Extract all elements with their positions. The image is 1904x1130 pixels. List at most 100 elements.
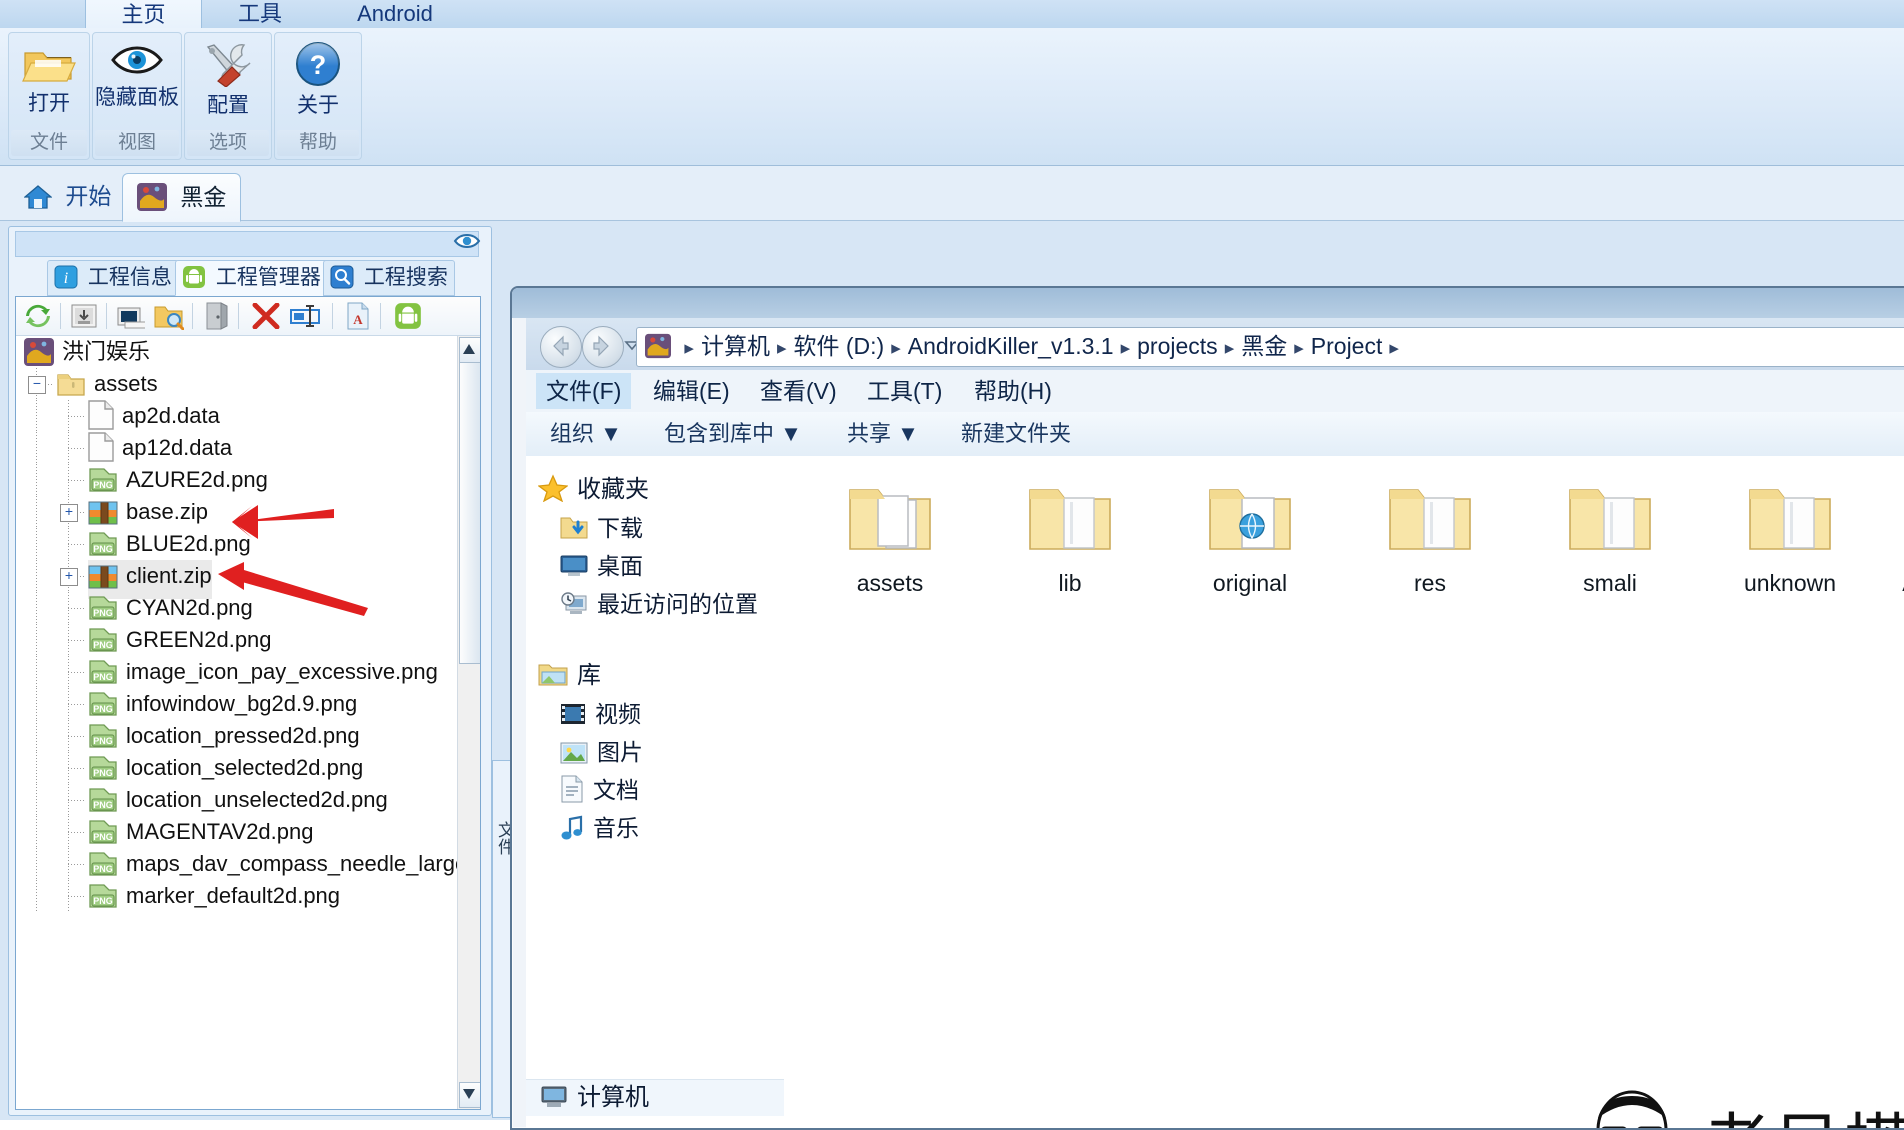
tree-item[interactable]: 洪门娱乐	[16, 336, 458, 368]
tree-item[interactable]: PNGlocation_selected2d.png	[16, 752, 458, 784]
tree-expand-icon[interactable]: +	[60, 504, 78, 522]
nav-item-7[interactable]: 文档	[560, 772, 639, 808]
file-item[interactable]: res	[1356, 478, 1504, 597]
breadcrumb-segment[interactable]: AndroidKiller_v1.3.1	[904, 333, 1118, 359]
tree-collapse-icon[interactable]: −	[28, 376, 46, 394]
forward-arrow-icon[interactable]	[582, 326, 624, 368]
tree-item[interactable]: PNGAZURE2d.png	[16, 464, 458, 496]
ribbon-tab-android[interactable]: Android	[320, 0, 470, 28]
nav-item-3[interactable]: 最近访问的位置	[560, 586, 758, 622]
breadcrumb-separator-icon: ▸	[1222, 338, 1238, 359]
door-icon[interactable]	[204, 302, 230, 335]
watermark: 老吴搭建教程 http://blog.laowu.com	[1572, 1088, 1904, 1130]
scroll-down-arrow-icon[interactable]	[459, 1082, 481, 1108]
nav-item-6[interactable]: 图片	[560, 734, 643, 770]
file-item[interactable]: unknown	[1716, 478, 1864, 597]
doc-tab-heijin[interactable]: 黑金	[122, 173, 241, 222]
delete-x-icon[interactable]	[252, 303, 280, 334]
rename-icon[interactable]	[290, 303, 320, 334]
explorer-file-list[interactable]: assets lib original res smali unknown <Android…	[784, 456, 1904, 1128]
scroll-up-arrow-icon[interactable]	[459, 337, 481, 363]
menu-help[interactable]: 帮助(H)	[964, 373, 1062, 409]
command-include-in-library[interactable]: 包含到库中 ▼	[654, 417, 812, 451]
project-tab-manager[interactable]: 工程管理器	[175, 260, 328, 296]
explorer-navigation-pane[interactable]: 收藏夹下载桌面最近访问的位置库视频图片文档音乐计算机	[526, 456, 785, 1128]
breadcrumb-segment[interactable]: 计算机	[697, 333, 774, 359]
breadcrumb[interactable]: ▸计算机▸软件 (D:)▸AndroidKiller_v1.3.1▸projec…	[636, 327, 1904, 367]
menu-tools[interactable]: 工具(T)	[857, 373, 952, 409]
config-button-label: 配置	[185, 94, 271, 117]
library-icon	[538, 662, 568, 699]
file-item[interactable]: original	[1176, 478, 1324, 597]
text-a-icon[interactable]: A	[346, 302, 370, 335]
breadcrumb-segment[interactable]: projects	[1133, 333, 1222, 359]
screen-icon[interactable]	[117, 303, 145, 334]
nav-item-label: 收藏夹	[577, 476, 649, 503]
nav-item-2[interactable]: 桌面	[560, 548, 643, 584]
project-file-tree[interactable]: 洪门娱乐−assetsap2d.dataap12d.dataPNGAZURE2d…	[16, 336, 458, 1109]
file-item[interactable]: smali	[1536, 478, 1684, 597]
file-item-label: unknown	[1716, 569, 1864, 597]
project-tab-search[interactable]: 工程搜索	[323, 260, 455, 296]
command-new-folder[interactable]: 新建文件夹	[951, 417, 1081, 451]
ribbon-group-options-label: 选项	[187, 130, 269, 156]
tree-guide-line	[36, 400, 37, 432]
tree-scrollbar[interactable]	[457, 336, 480, 1109]
export-icon[interactable]	[71, 303, 97, 334]
ribbon-tab-home[interactable]: 主页	[85, 0, 202, 29]
refresh-icon[interactable]	[24, 302, 52, 335]
ribbon-tab-tools[interactable]: 工具	[205, 0, 315, 28]
tree-item[interactable]: PNGGREEN2d.png	[16, 624, 458, 656]
file-item[interactable]: <AndroidManifest	[1896, 478, 1904, 625]
hide-panel-button[interactable]: 隐藏面板	[93, 37, 181, 129]
explorer-title-bar[interactable]	[512, 288, 1904, 318]
nav-item-label: 视频	[595, 701, 641, 727]
tree-item[interactable]: PNGMAGENTAV2d.png	[16, 816, 458, 848]
tree-scroll-thumb[interactable]	[459, 362, 481, 664]
tree-item[interactable]: PNGlocation_unselected2d.png	[16, 784, 458, 816]
nav-item-1[interactable]: 下载	[560, 510, 643, 546]
android-icon[interactable]	[394, 302, 422, 335]
breadcrumb-separator-icon: ▸	[681, 338, 697, 359]
tree-item[interactable]: ap12d.data	[16, 432, 458, 464]
eye-icon[interactable]	[453, 232, 481, 255]
breadcrumb-segment[interactable]: 软件 (D:)	[789, 333, 888, 359]
folder-search-icon[interactable]	[154, 302, 184, 335]
menu-edit[interactable]: 编辑(E)	[643, 373, 740, 409]
config-button[interactable]: 配置	[185, 37, 271, 129]
command-share[interactable]: 共享 ▼	[837, 417, 929, 451]
file-item[interactable]: lib	[996, 478, 1144, 597]
menu-file[interactable]: 文件(F)	[536, 373, 631, 409]
tree-item[interactable]: PNGmaps_dav_compass_needle_large2d	[16, 848, 458, 880]
tree-item[interactable]: PNGmarker_default2d.png	[16, 880, 458, 912]
breadcrumb-segment[interactable]: 黑金	[1237, 333, 1291, 359]
nav-item-5[interactable]: 视频	[560, 696, 641, 732]
tree-item[interactable]: PNGinfowindow_bg2d.9.png	[16, 688, 458, 720]
project-tab-info[interactable]: i 工程信息	[47, 260, 179, 296]
tree-guide-line	[36, 496, 37, 528]
doc-tab-start[interactable]: 开始	[10, 173, 125, 220]
tree-item-label: image_icon_pay_excessive.png	[126, 659, 438, 684]
svg-text:PNG: PNG	[93, 832, 113, 842]
about-button[interactable]: ? 关于	[275, 37, 361, 129]
tree-item[interactable]: PNGimage_icon_pay_excessive.png	[16, 656, 458, 688]
tree-item[interactable]: −assets	[16, 368, 458, 400]
nav-item-4[interactable]: 库	[538, 658, 601, 694]
tree-item[interactable]: ap2d.data	[16, 400, 458, 432]
breadcrumb-segment[interactable]: Project	[1307, 333, 1387, 359]
menu-view[interactable]: 查看(V)	[750, 373, 847, 409]
nav-item-0[interactable]: 收藏夹	[538, 472, 649, 508]
command-organize[interactable]: 组织 ▼	[540, 417, 632, 451]
tree-item[interactable]: PNGlocation_pressed2d.png	[16, 720, 458, 752]
tree-expand-icon[interactable]: +	[60, 568, 78, 586]
computer-icon	[540, 1084, 568, 1121]
tree-guide-line	[36, 656, 37, 688]
nav-item-9[interactable]: 计算机	[526, 1079, 784, 1116]
app-icon	[645, 333, 671, 367]
document-icon	[560, 775, 584, 813]
tree-guide-line	[68, 480, 86, 481]
open-button[interactable]: 打开	[9, 37, 89, 129]
file-item[interactable]: assets	[816, 478, 964, 597]
back-arrow-icon[interactable]	[540, 326, 582, 368]
nav-item-8[interactable]: 音乐	[560, 810, 639, 846]
